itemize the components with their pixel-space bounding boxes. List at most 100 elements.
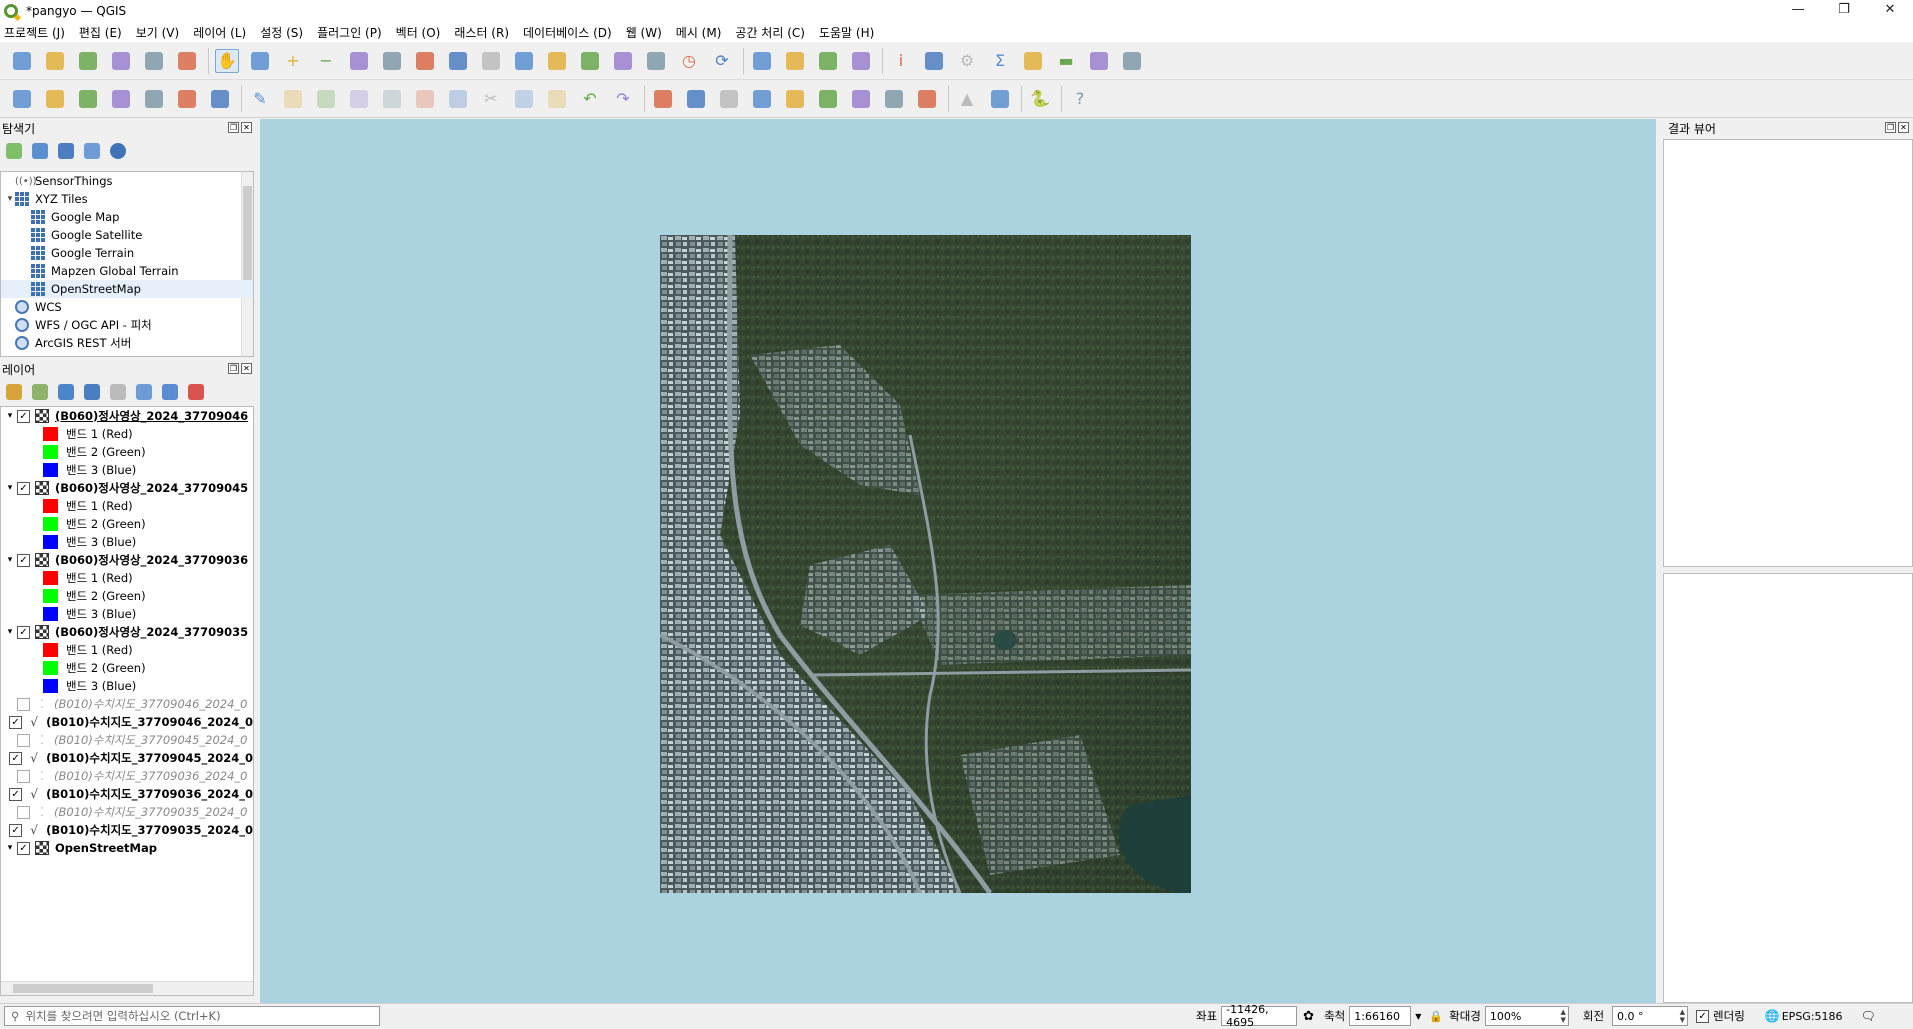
layer-visibility-checkbox[interactable] — [17, 769, 30, 783]
lock-scale-icon[interactable]: 🔒 — [1429, 1010, 1443, 1023]
expand-arrow-icon[interactable]: ▾ — [3, 627, 17, 637]
data-source-icon[interactable] — [10, 87, 34, 111]
save-project-icon[interactable] — [76, 49, 100, 73]
style-manager-icon[interactable] — [175, 49, 199, 73]
cut-icon[interactable]: ✂ — [479, 87, 503, 111]
new-project-icon[interactable] — [10, 49, 34, 73]
save-edits-icon[interactable] — [314, 87, 338, 111]
layer-item[interactable]: ✓ √ (B010)수치지도_37709035_2024_0 — [1, 821, 253, 839]
new-map-view-icon[interactable] — [545, 49, 569, 73]
menu-edit[interactable]: 편집 (E) — [79, 24, 122, 41]
band-legend-item[interactable]: 밴드 3 (Blue) — [1, 605, 253, 623]
layer-visibility-checkbox[interactable]: ✓ — [9, 823, 23, 837]
band-legend-item[interactable]: 밴드 1 (Red) — [1, 497, 253, 515]
raster-calc-icon[interactable] — [175, 87, 199, 111]
label-icon[interactable] — [651, 87, 675, 111]
label-change-icon[interactable] — [849, 87, 873, 111]
menu-database[interactable]: 데이터베이스 (D) — [523, 24, 612, 41]
layer-item[interactable]: ▾ ✓ (B060)정사영상_2024_37709046 — [1, 407, 253, 425]
label-show-icon[interactable] — [882, 87, 906, 111]
results-detail[interactable] — [1663, 573, 1913, 1003]
results-list[interactable] — [1663, 139, 1913, 567]
field-calc-icon[interactable] — [1021, 49, 1045, 73]
layer-visibility-checkbox[interactable] — [17, 697, 30, 711]
attribute-table-icon[interactable] — [922, 49, 946, 73]
coordinate-field[interactable]: -11426, 4695 — [1221, 1003, 1298, 1029]
zoom-layer-icon[interactable] — [413, 49, 437, 73]
band-legend-item[interactable]: 밴드 2 (Green) — [1, 443, 253, 461]
expand-all-icon[interactable] — [136, 384, 152, 400]
locator-search-input[interactable]: ⚲ 위치를 찾으려면 입력하십시오 (Ctrl+K) — [4, 1006, 380, 1026]
add-group-icon[interactable] — [32, 384, 48, 400]
menu-settings[interactable]: 설정 (S) — [260, 24, 303, 41]
new-temp-layer-icon[interactable] — [109, 87, 133, 111]
temporal-icon[interactable]: ◷ — [677, 49, 701, 73]
menu-raster[interactable]: 래스터 (R) — [454, 24, 509, 41]
layer-visibility-checkbox[interactable]: ✓ — [17, 625, 30, 639]
info-icon[interactable] — [110, 143, 126, 159]
pan-icon[interactable]: ✋ — [215, 48, 239, 73]
settings-gear-icon[interactable]: ⚙ — [955, 49, 979, 73]
collapse-all-icon[interactable] — [84, 143, 100, 159]
globe-plugin-icon[interactable] — [988, 87, 1012, 111]
band-legend-item[interactable]: 밴드 2 (Green) — [1, 659, 253, 677]
remove-layer-icon[interactable] — [188, 384, 204, 400]
bookmark-new-icon[interactable] — [611, 49, 635, 73]
save-as-icon[interactable] — [109, 49, 133, 73]
paste-icon[interactable] — [545, 87, 569, 111]
label-move-icon[interactable] — [783, 87, 807, 111]
layer-visibility-checkbox[interactable]: ✓ — [17, 841, 30, 855]
redo-icon[interactable]: ↷ — [611, 87, 635, 111]
layer-visibility-checkbox[interactable]: ✓ — [9, 715, 23, 729]
maximize-button[interactable]: ❐ — [1821, 0, 1867, 22]
new-shapefile-icon[interactable] — [76, 87, 100, 111]
band-legend-item[interactable]: 밴드 2 (Green) — [1, 587, 253, 605]
help-icon[interactable]: ? — [1068, 87, 1092, 111]
layers-hscrollbar[interactable] — [1, 981, 253, 995]
expand-arrow-icon[interactable]: ▾ — [3, 483, 17, 493]
band-legend-item[interactable]: 밴드 1 (Red) — [1, 641, 253, 659]
copy-icon[interactable] — [512, 87, 536, 111]
spatialite-icon[interactable] — [208, 87, 232, 111]
map-tips-icon[interactable] — [1087, 49, 1111, 73]
open-project-icon[interactable] — [43, 49, 67, 73]
new-3d-view-icon[interactable] — [578, 49, 602, 73]
close-panel-icon[interactable]: ✕ — [1898, 122, 1909, 133]
close-panel-icon[interactable]: ✕ — [241, 122, 252, 133]
menu-web[interactable]: 웹 (W) — [626, 24, 662, 41]
menu-mesh[interactable]: 메시 (M) — [676, 24, 722, 41]
expand-arrow-icon[interactable]: ▾ — [3, 843, 17, 853]
browser-item[interactable]: Google Terrain — [1, 244, 253, 262]
layer-item[interactable]: ▾ ✓ OpenStreetMap — [1, 839, 253, 857]
measure-icon[interactable]: ▬ — [1054, 49, 1078, 73]
menu-view[interactable]: 보기 (V) — [136, 24, 179, 41]
scale-field[interactable]: 1:66160 — [1349, 1006, 1412, 1026]
refresh-icon[interactable] — [32, 143, 48, 159]
menu-layer[interactable]: 레이어 (L) — [193, 24, 246, 41]
label-abc-icon[interactable] — [717, 87, 741, 111]
label-diagram-icon[interactable] — [915, 87, 939, 111]
band-legend-item[interactable]: 밴드 3 (Blue) — [1, 461, 253, 479]
filter-icon[interactable] — [58, 143, 74, 159]
zoom-native-icon[interactable] — [446, 49, 470, 73]
label-abc-red-icon[interactable] — [750, 87, 774, 111]
geopackage-icon[interactable] — [43, 87, 67, 111]
zoom-full-icon[interactable] — [347, 49, 371, 73]
statistics-sigma-icon[interactable]: Σ — [988, 49, 1012, 73]
toggle-extents-icon[interactable]: ✿ — [1303, 1009, 1314, 1024]
layer-visibility-checkbox[interactable] — [17, 733, 30, 747]
float-panel-icon[interactable]: ❐ — [228, 122, 239, 133]
expand-arrow-icon[interactable]: ▾ — [3, 411, 17, 421]
refresh-icon[interactable]: ⟳ — [710, 49, 734, 73]
deselect-icon[interactable] — [816, 49, 840, 73]
browser-item[interactable]: Google Satellite — [1, 226, 253, 244]
browser-item[interactable]: ArcGIS REST 서버 — [1, 334, 253, 352]
browser-item[interactable]: WCS — [1, 298, 253, 316]
close-button[interactable]: ✕ — [1867, 0, 1913, 22]
zoom-in-icon[interactable]: + — [281, 49, 305, 73]
menu-processing[interactable]: 공간 처리 (C) — [735, 24, 805, 41]
python-icon[interactable]: 🐍 — [1028, 87, 1052, 111]
annotation-icon[interactable] — [1120, 49, 1144, 73]
edit-pencil-icon[interactable]: ✎ — [248, 87, 272, 111]
browser-item[interactable]: WFS / OGC API - 피처 — [1, 316, 253, 334]
